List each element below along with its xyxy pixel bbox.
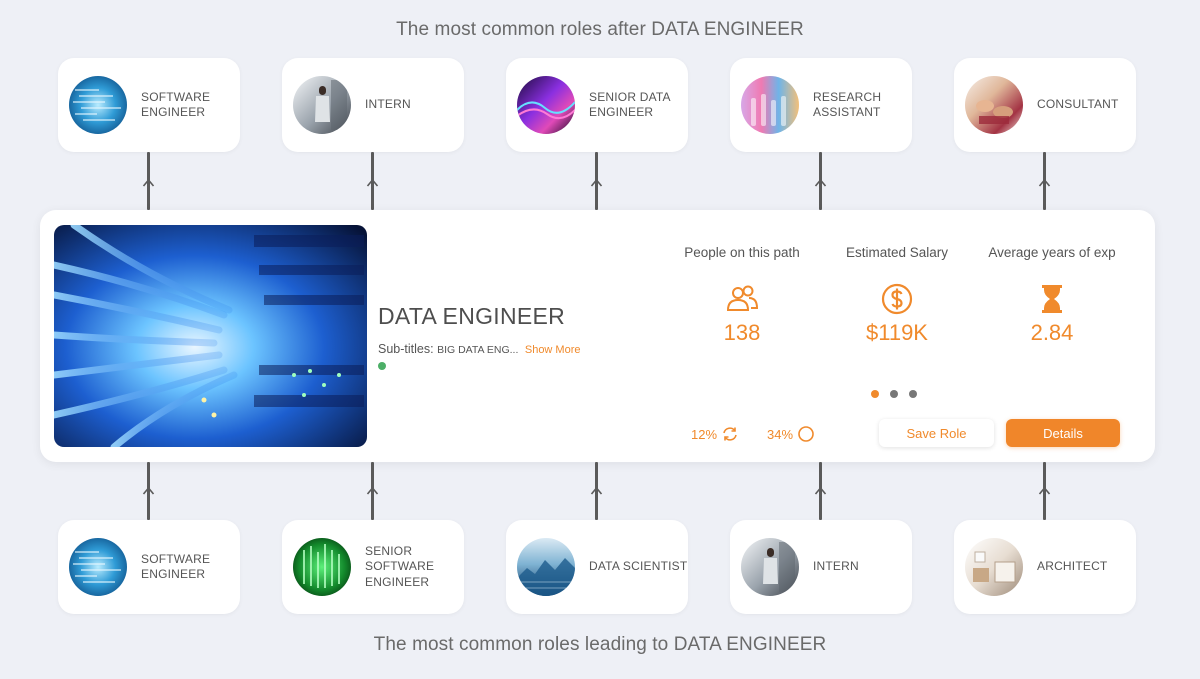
role-label: SENIOR DATA ENGINEER <box>589 89 671 120</box>
metric-circle: 34% <box>767 425 815 443</box>
status-dot <box>378 362 386 370</box>
role-label: INTERN <box>365 97 411 112</box>
next-role-card[interactable]: SENIOR DATA ENGINEER <box>506 58 688 152</box>
previous-role-card[interactable]: SENIOR SOFTWARE ENGINEER <box>282 520 464 614</box>
role-label: INTERN <box>813 559 859 574</box>
previous-role-card[interactable]: INTERN <box>730 520 912 614</box>
metric-refresh: 12% <box>691 425 739 443</box>
refresh-icon <box>723 427 737 441</box>
next-roles-heading: The most common roles after DATA ENGINEE… <box>396 19 804 40</box>
role-avatar <box>69 76 127 134</box>
hourglass-icon <box>1035 282 1069 316</box>
metric-value: 34% <box>767 426 794 442</box>
role-label: SOFTWARE ENGINEER <box>141 89 211 120</box>
connector-arrow <box>587 152 607 210</box>
stat-value: 2.84 <box>1030 320 1074 345</box>
stat-value: $119K <box>866 320 928 345</box>
connector-arrow <box>363 152 383 210</box>
stat-experience: Average years of exp 2.84 <box>977 245 1127 346</box>
role-avatar <box>965 538 1023 596</box>
connector-arrow <box>587 462 607 520</box>
stats-pager <box>871 390 917 398</box>
role-avatar <box>293 76 351 134</box>
people-icon <box>725 282 759 316</box>
save-role-button[interactable]: Save Role <box>879 419 994 447</box>
subtitles-label: Sub-titles: <box>378 342 434 356</box>
pager-dot[interactable] <box>909 390 917 398</box>
connector-arrow <box>811 152 831 210</box>
stat-people: People on this path 138 <box>667 245 817 346</box>
previous-roles-heading: The most common roles leading to DATA EN… <box>373 634 827 655</box>
role-avatar <box>517 76 575 134</box>
role-hero-image <box>54 225 367 447</box>
dollar-icon <box>880 282 914 316</box>
pager-dot[interactable] <box>890 390 898 398</box>
next-role-card[interactable]: INTERN <box>282 58 464 152</box>
role-avatar <box>965 76 1023 134</box>
stat-salary: Estimated Salary $119K <box>822 245 972 346</box>
role-label: DATA SCIENTIST <box>589 559 688 574</box>
connector-arrow <box>1035 152 1055 210</box>
role-avatar <box>517 538 575 596</box>
stat-label: Average years of exp <box>988 245 1116 260</box>
connector-arrow <box>363 462 383 520</box>
role-label: ARCHITECT <box>1037 559 1108 574</box>
role-label: CONSULTANT <box>1037 97 1119 112</box>
next-role-card[interactable]: RESEARCH ASSISTANT <box>730 58 912 152</box>
role-avatar <box>741 538 799 596</box>
circle-icon <box>798 426 814 442</box>
previous-role-card[interactable]: SOFTWARE ENGINEER <box>58 520 240 614</box>
role-label: RESEARCH ASSISTANT <box>813 89 882 120</box>
role-label: SENIOR SOFTWARE ENGINEER <box>365 543 435 589</box>
next-role-card[interactable]: CONSULTANT <box>954 58 1136 152</box>
role-avatar <box>293 538 351 596</box>
previous-roles-row: SOFTWARE ENGINEER SENIOR SOFTWARE ENGINE… <box>0 520 1200 614</box>
show-more-link[interactable]: Show More <box>525 344 581 356</box>
previous-role-card[interactable]: DATA SCIENTIST <box>506 520 688 614</box>
metric-value: 12% <box>691 426 718 442</box>
details-button[interactable]: Details <box>1006 419 1120 447</box>
role-avatar <box>741 76 799 134</box>
previous-role-card[interactable]: ARCHITECT <box>954 520 1136 614</box>
role-label: SOFTWARE ENGINEER <box>141 551 211 582</box>
connector-arrow <box>139 462 159 520</box>
connector-arrow <box>811 462 831 520</box>
role-title: DATA ENGINEER <box>378 303 566 329</box>
role-subtitles: Sub-titles: BIG DATA ENG... Show More <box>378 342 581 356</box>
stat-label: People on this path <box>684 245 800 260</box>
connector-arrow <box>1035 462 1055 520</box>
role-avatar <box>69 538 127 596</box>
subtitles-value: BIG DATA ENG... <box>437 344 519 356</box>
stat-label: Estimated Salary <box>845 245 949 260</box>
next-role-card[interactable]: SOFTWARE ENGINEER <box>58 58 240 152</box>
next-roles-row: SOFTWARE ENGINEER INTERN SENIOR DATA ENG… <box>0 58 1200 152</box>
stat-value: 138 <box>723 320 761 345</box>
connector-arrow <box>139 152 159 210</box>
pager-dot[interactable] <box>871 390 879 398</box>
current-role-card: DATA ENGINEER Sub-titles: BIG DATA ENG..… <box>40 210 1155 462</box>
